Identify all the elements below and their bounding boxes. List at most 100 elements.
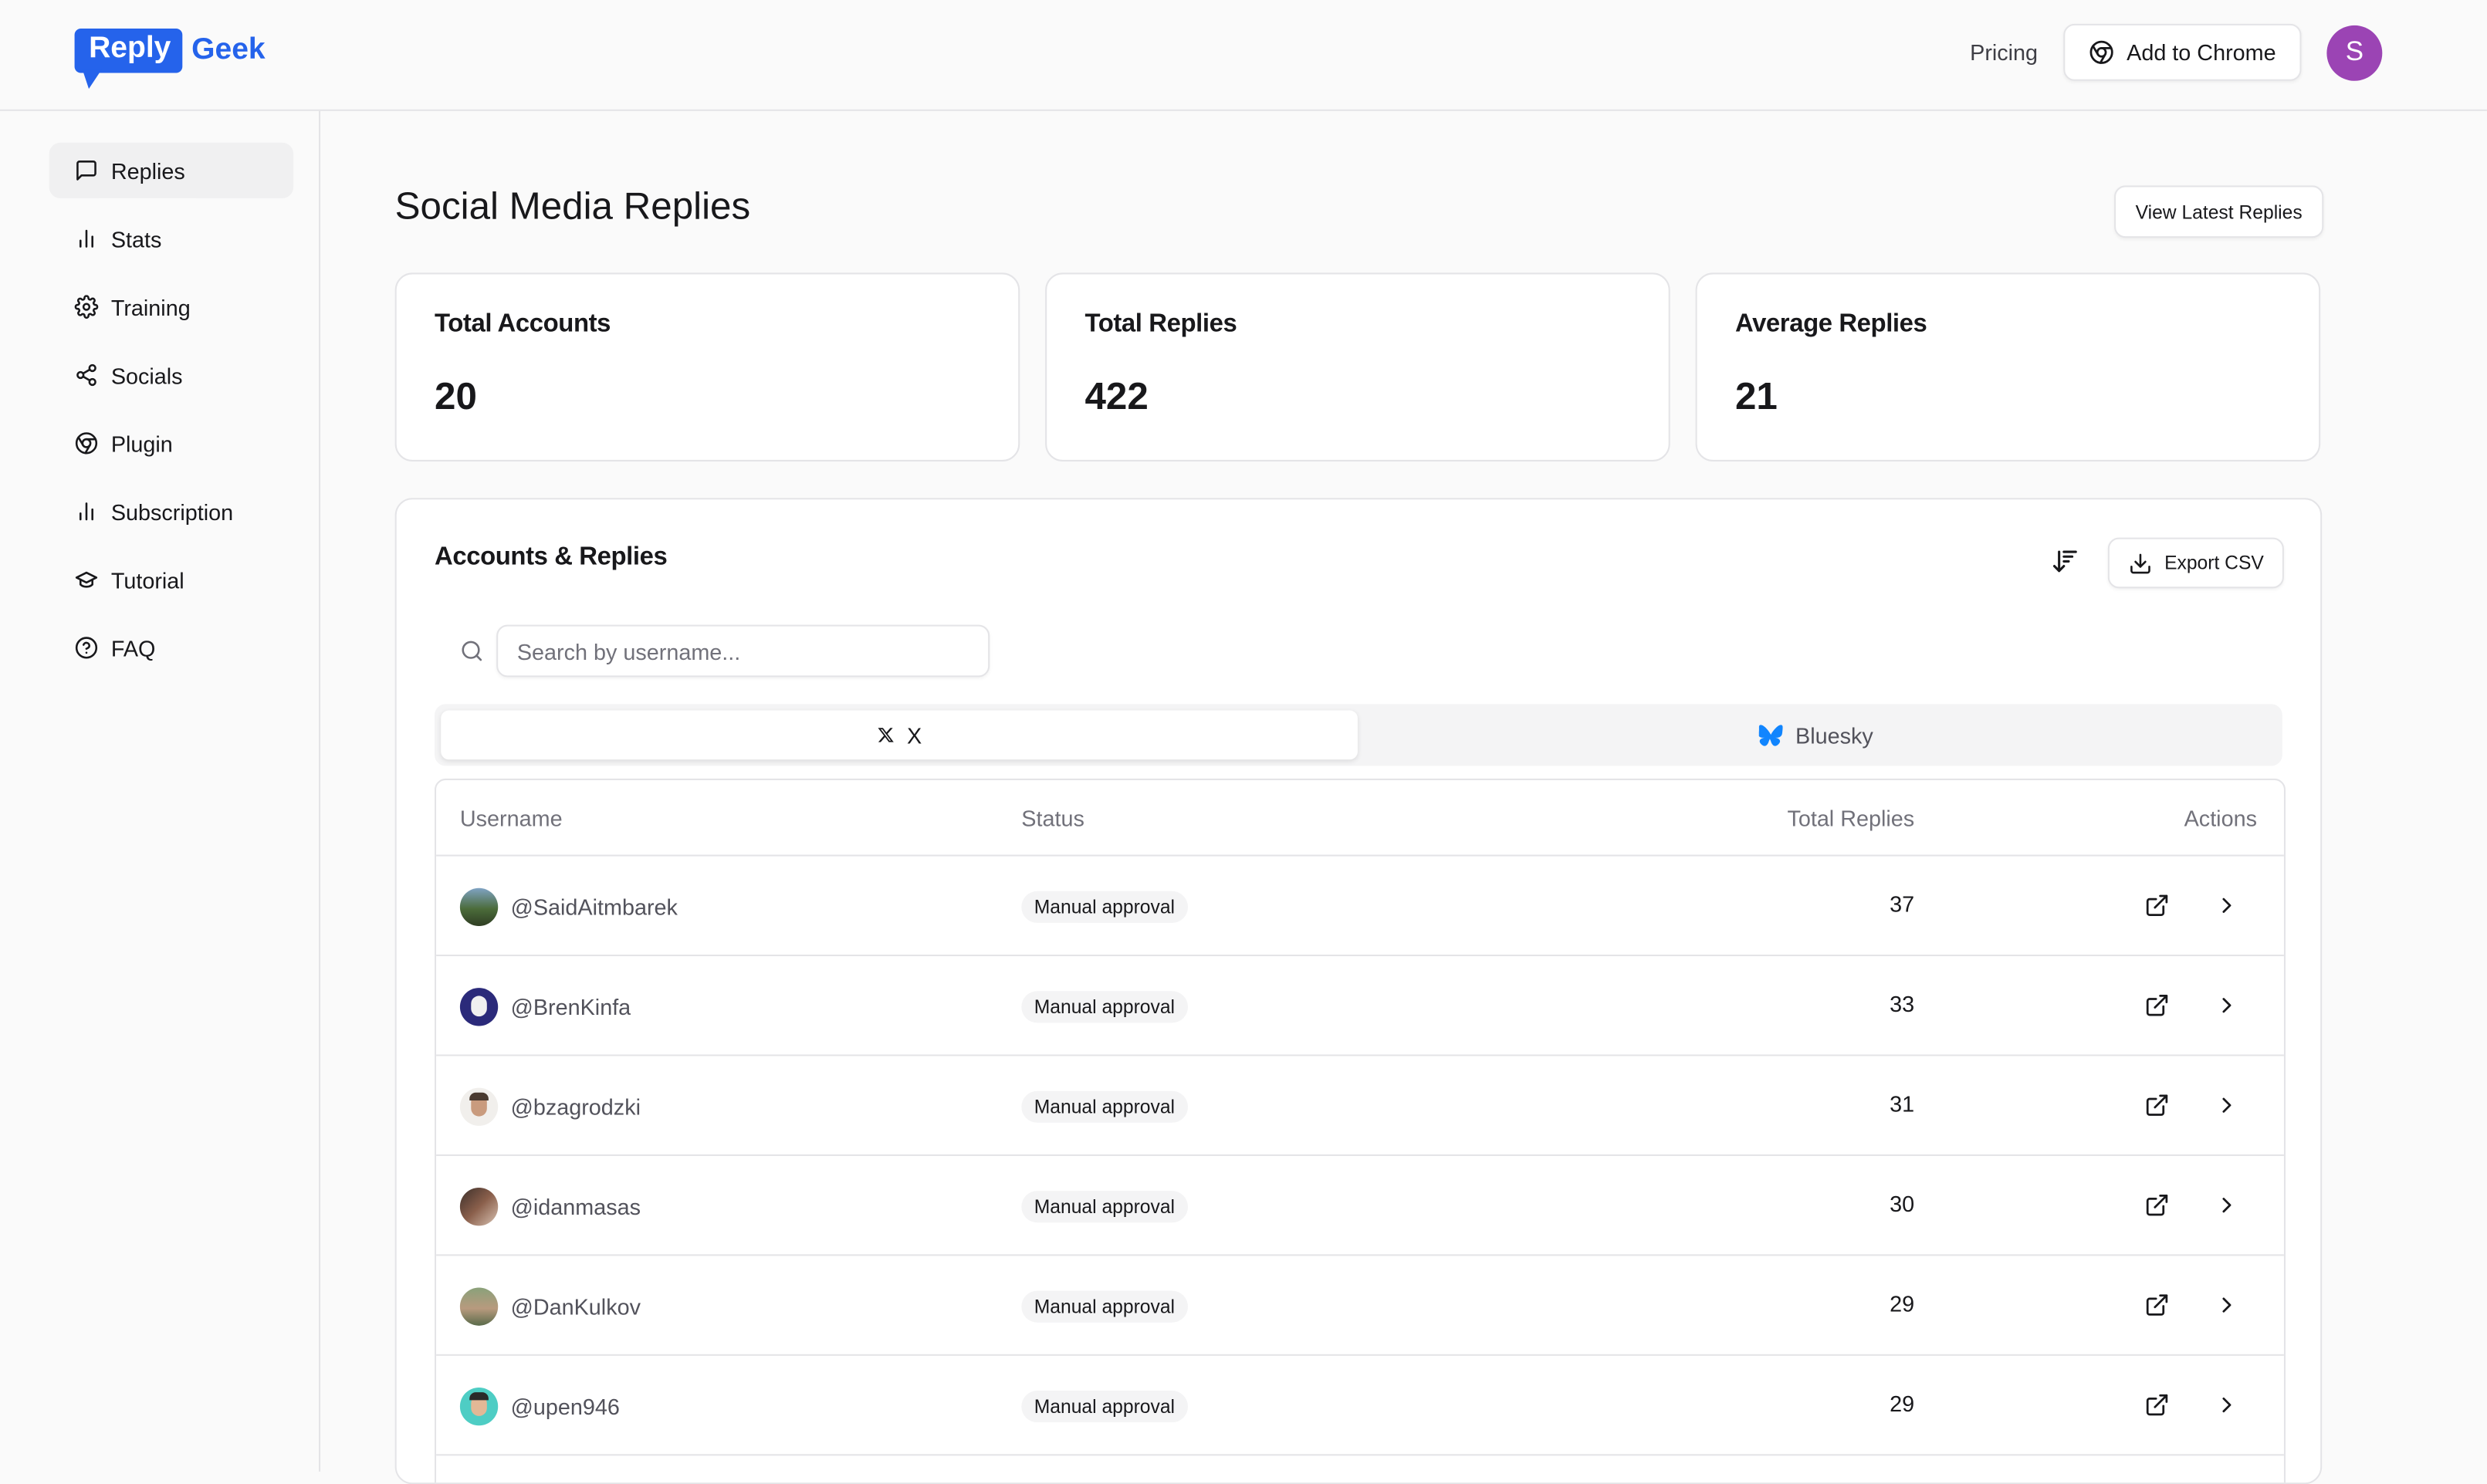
chevron-right-icon[interactable] — [2215, 992, 2240, 1018]
stat-value: 21 — [1734, 375, 1778, 419]
top-header: Reply Geek Pricing Add to Chrome S — [0, 0, 2487, 111]
pricing-link[interactable]: Pricing — [1970, 39, 2038, 65]
username[interactable]: @bzagrodzki — [511, 1094, 641, 1120]
logo-reply-bubble: Reply — [74, 28, 182, 90]
search-input[interactable] — [496, 624, 990, 678]
stat-card-total-replies: Total Replies 422 — [1045, 272, 1670, 461]
external-link-icon[interactable] — [2144, 1192, 2170, 1218]
avatar — [459, 887, 499, 927]
status-badge: Manual approval — [1021, 1090, 1188, 1123]
table-row[interactable] — [436, 1454, 2284, 1482]
sidebar-item-tutorial[interactable]: Tutorial — [49, 552, 293, 607]
stat-card-average-replies: Average Replies 21 — [1695, 272, 2321, 461]
gear-icon — [73, 294, 99, 319]
username[interactable]: @DanKulkov — [511, 1294, 641, 1320]
sort-icon[interactable] — [2051, 547, 2079, 576]
table-row[interactable]: @BrenKinfa Manual approval 33 — [436, 954, 2284, 1056]
download-icon — [2128, 551, 2152, 575]
status-badge: Manual approval — [1021, 1391, 1188, 1423]
column-header-username[interactable]: Username — [460, 780, 563, 855]
sidebar-item-subscription[interactable]: Subscription — [49, 484, 293, 539]
view-latest-replies-button[interactable]: View Latest Replies — [2114, 185, 2324, 238]
accounts-table: Username Status Total Replies Actions @S… — [435, 778, 2286, 1483]
export-csv-label: Export CSV — [2164, 552, 2264, 574]
sidebar-item-stats[interactable]: Stats — [49, 211, 293, 266]
chevron-right-icon[interactable] — [2215, 1293, 2240, 1318]
sidebar: Replies Stats Training Socials Plugin Su… — [0, 110, 321, 1472]
external-link-icon[interactable] — [2144, 992, 2170, 1018]
table-row[interactable]: @upen946 Manual approval 29 — [436, 1354, 2284, 1456]
username[interactable]: @BrenKinfa — [511, 994, 631, 1019]
table-row[interactable]: @bzagrodzki Manual approval 31 — [436, 1054, 2284, 1156]
total-replies: 30 — [1890, 1191, 1915, 1217]
total-replies: 29 — [1890, 1290, 1915, 1317]
chevron-right-icon[interactable] — [2215, 1093, 2240, 1118]
status-badge: Manual approval — [1021, 891, 1188, 923]
chevron-right-icon[interactable] — [2215, 1392, 2240, 1418]
sidebar-item-faq[interactable]: FAQ — [49, 620, 293, 675]
username[interactable]: @idanmasas — [511, 1194, 641, 1219]
stat-label: Average Replies — [1734, 310, 1927, 338]
stat-value: 20 — [435, 375, 477, 419]
total-replies: 33 — [1890, 991, 1915, 1017]
add-to-chrome-button[interactable]: Add to Chrome — [2062, 23, 2302, 81]
status-badge: Manual approval — [1021, 991, 1188, 1023]
avatar — [459, 988, 499, 1026]
sidebar-item-label: Training — [110, 294, 191, 320]
username[interactable]: @upen946 — [511, 1394, 620, 1419]
column-header-status[interactable]: Status — [1021, 780, 1084, 855]
sidebar-item-label: Subscription — [110, 499, 234, 525]
logo-geek-text: Geek — [191, 33, 266, 67]
stat-label: Total Replies — [1084, 310, 1237, 338]
x-logo-icon — [877, 726, 895, 744]
column-header-total-replies[interactable]: Total Replies — [1642, 780, 1914, 855]
tab-x-label: X — [906, 722, 922, 748]
logo-reply-text: Reply — [89, 32, 171, 66]
accounts-replies-card: Accounts & Replies Export CSV X Bluesky … — [394, 498, 2323, 1484]
avatar — [459, 1188, 499, 1226]
total-replies: 37 — [1890, 891, 1915, 917]
external-link-icon[interactable] — [2144, 1392, 2170, 1418]
chevron-right-icon[interactable] — [2215, 1192, 2240, 1218]
help-circle-icon — [73, 635, 99, 661]
bar-chart-icon — [73, 499, 99, 524]
chrome-icon — [73, 431, 99, 456]
table-row[interactable]: @SaidAitmbarek Manual approval 37 — [436, 854, 2284, 957]
export-csv-button[interactable]: Export CSV — [2107, 537, 2284, 589]
chevron-right-icon[interactable] — [2215, 893, 2240, 918]
search-icon — [460, 639, 484, 663]
total-replies: 29 — [1890, 1391, 1915, 1416]
message-square-icon — [73, 157, 99, 183]
bar-chart-icon — [73, 226, 99, 252]
tab-bluesky[interactable]: Bluesky — [1358, 711, 2275, 760]
sidebar-item-label: Stats — [110, 225, 162, 252]
stat-card-total-accounts: Total Accounts 20 — [394, 272, 1020, 461]
sidebar-item-label: Tutorial — [110, 566, 184, 593]
status-badge: Manual approval — [1021, 1290, 1188, 1323]
tab-x[interactable]: X — [441, 710, 1358, 760]
chrome-icon — [2089, 39, 2114, 65]
sidebar-item-training[interactable]: Training — [49, 279, 293, 335]
sidebar-item-socials[interactable]: Socials — [49, 347, 293, 403]
external-link-icon[interactable] — [2144, 1293, 2170, 1318]
external-link-icon[interactable] — [2144, 893, 2170, 918]
reply-geek-logo[interactable]: Reply Geek — [74, 28, 266, 90]
external-link-icon[interactable] — [2144, 1093, 2170, 1118]
sidebar-item-label: Plugin — [110, 430, 173, 456]
bluesky-butterfly-icon — [1758, 724, 1783, 746]
table-row[interactable]: @DanKulkov Manual approval 29 — [436, 1254, 2284, 1356]
avatar — [459, 1287, 499, 1326]
tab-bluesky-label: Bluesky — [1795, 722, 1873, 748]
column-header-actions: Actions — [2184, 804, 2257, 830]
username[interactable]: @SaidAitmbarek — [511, 894, 678, 920]
sidebar-item-plugin[interactable]: Plugin — [49, 415, 293, 471]
sidebar-item-label: Socials — [110, 362, 183, 388]
stat-value: 422 — [1084, 375, 1149, 419]
sidebar-item-label: FAQ — [110, 634, 156, 661]
sidebar-item-label: Replies — [110, 157, 185, 184]
logo-bubble-tail — [82, 69, 102, 90]
sidebar-item-replies[interactable]: Replies — [49, 142, 294, 198]
stat-label: Total Accounts — [435, 310, 611, 338]
user-avatar[interactable]: S — [2326, 24, 2383, 80]
table-row[interactable]: @idanmasas Manual approval 30 — [436, 1154, 2284, 1256]
